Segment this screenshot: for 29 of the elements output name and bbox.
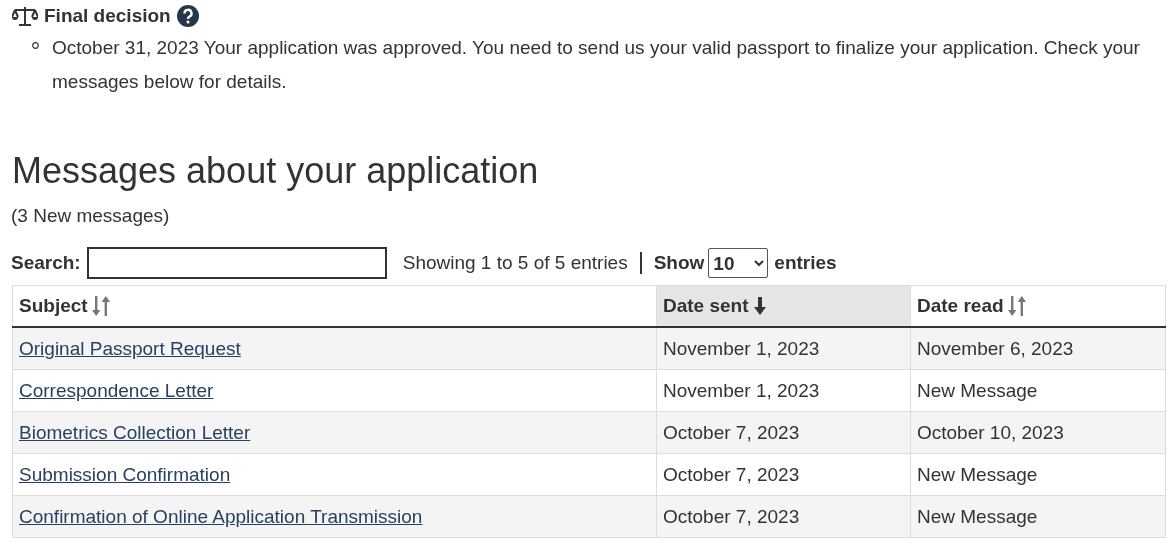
section-title: Final decision — [44, 5, 171, 27]
search-label: Search: — [11, 252, 81, 274]
table-cell: October 10, 2023 — [910, 411, 1166, 454]
message-link[interactable]: Confirmation of Online Application Transmission — [19, 505, 423, 527]
help-icon[interactable] — [176, 5, 199, 27]
search-field[interactable] — [86, 247, 387, 279]
table-cell: New Message — [910, 369, 1166, 412]
message-link[interactable]: Original Passport Request — [19, 337, 241, 359]
entries-dropdown[interactable]: 10 — [708, 248, 769, 278]
table-cell: October 7, 2023 — [656, 495, 911, 538]
entries-info: Showing 1 to 5 of 5 entries — [402, 252, 628, 274]
table-cell: New Message — [910, 495, 1166, 538]
column-header[interactable]: Date sent — [656, 285, 911, 327]
table-cell: November 1, 2023 — [656, 327, 911, 370]
table-cell: November 6, 2023 — [910, 327, 1166, 370]
message-link[interactable]: Correspondence Letter — [19, 379, 214, 401]
entries-label: entries — [774, 252, 837, 274]
scales-icon — [12, 6, 38, 26]
show-label: Show — [653, 252, 705, 274]
section-heading: Messages about your application — [12, 151, 540, 191]
message-link[interactable]: Biometrics Collection Letter — [19, 421, 251, 443]
message-link[interactable]: Submission Confirmation — [19, 463, 231, 485]
table-cell: New Message — [910, 453, 1166, 496]
table-cell: October 7, 2023 — [656, 453, 911, 496]
table-cell: November 1, 2023 — [656, 369, 911, 412]
bullet-icon — [32, 42, 39, 49]
new-messages-count: (3 New messages) — [11, 205, 171, 227]
table-cell: October 7, 2023 — [656, 411, 911, 454]
decision-text: October 31, 2023 Your application was approved. You need to send us your valid passport to finalize your application. Check your messages below for details. — [52, 36, 1141, 94]
